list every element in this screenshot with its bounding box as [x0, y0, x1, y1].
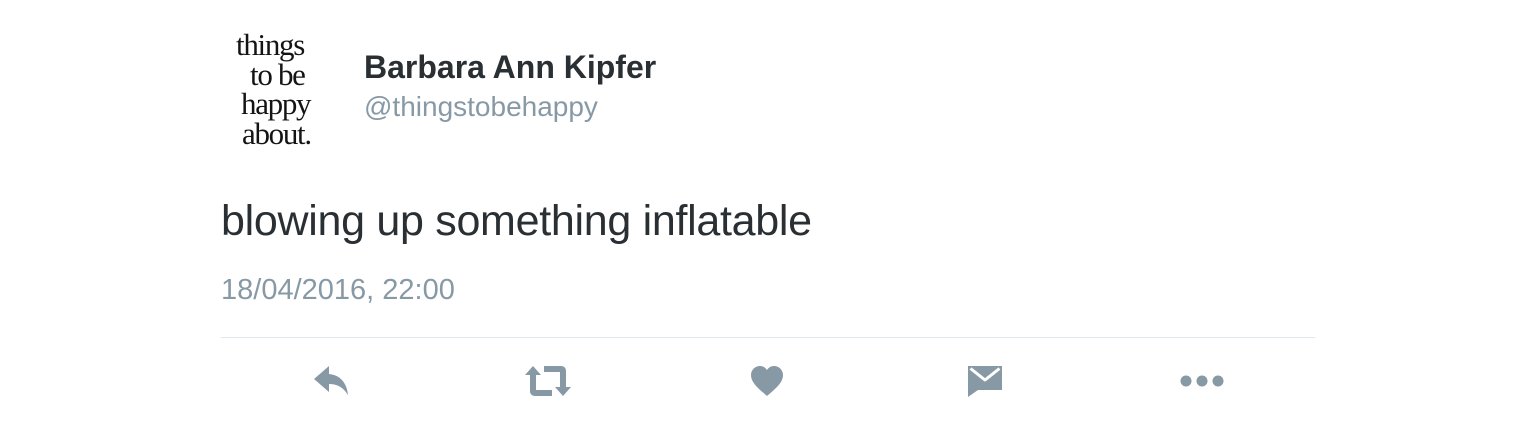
- tweet-text: blowing up something inflatable: [221, 197, 812, 245]
- author-handle[interactable]: @thingstobehappy: [364, 91, 598, 123]
- more-button[interactable]: [1178, 358, 1226, 404]
- tweet-card: things to be happy about. Barbara Ann Ki…: [221, 0, 1315, 422]
- heart-icon: [750, 365, 784, 397]
- avatar[interactable]: things to be happy about.: [229, 24, 341, 154]
- avatar-logo-line: things: [236, 27, 305, 62]
- more-icon: [1180, 374, 1224, 388]
- reply-button[interactable]: [308, 358, 356, 404]
- tweet-timestamp: 18/04/2016, 22:00: [221, 274, 455, 306]
- avatar-logo: things to be happy about.: [229, 27, 341, 151]
- avatar-logo-line: about.: [242, 115, 312, 151]
- author-display-name[interactable]: Barbara Ann Kipfer: [364, 49, 656, 86]
- like-button[interactable]: [743, 358, 791, 404]
- retweet-button[interactable]: [524, 358, 572, 404]
- tweet-actions: [221, 358, 1315, 404]
- divider: [221, 337, 1315, 338]
- avatar-logo-line: to be: [250, 56, 306, 92]
- reply-icon: [313, 364, 351, 398]
- retweet-icon: [525, 365, 571, 397]
- direct-message-button[interactable]: [961, 358, 1009, 404]
- envelope-icon: [966, 364, 1004, 398]
- avatar-logo-line: happy: [241, 86, 312, 121]
